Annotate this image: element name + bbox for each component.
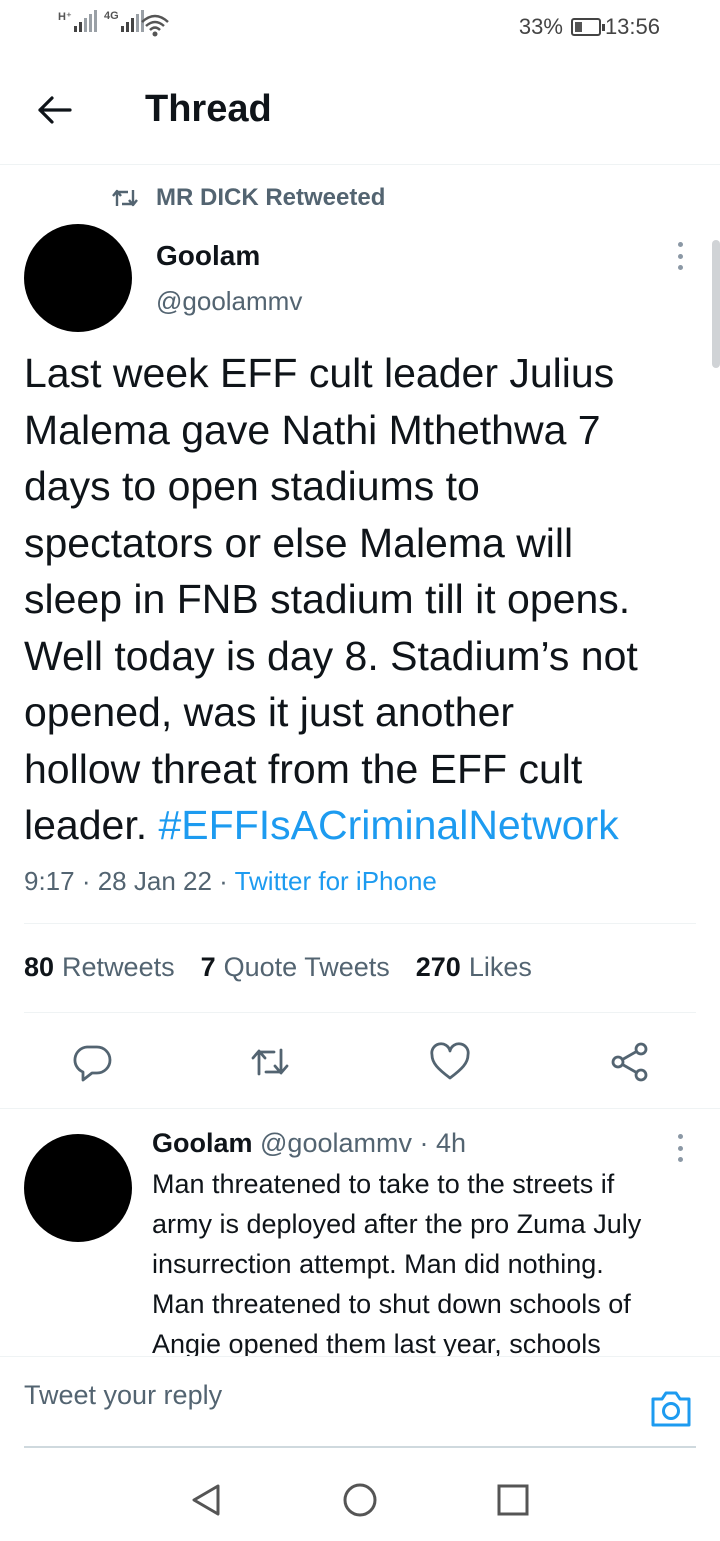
more-options-button[interactable] [668, 236, 692, 276]
tweet-timestamp: 9:17 · 28 Jan 22 · [24, 866, 235, 896]
retweet-small-icon [112, 189, 138, 207]
author-handle[interactable]: @goolammv [156, 286, 302, 317]
retweets-count: 80 [24, 952, 55, 982]
retweet-button[interactable] [248, 1040, 292, 1084]
retweet-icon [251, 1048, 289, 1076]
nav-recents-button[interactable] [493, 1480, 533, 1520]
sim2-label: 4G [104, 10, 119, 22]
clock: 13:56 [604, 14, 660, 39]
reply-text[interactable]: Man threatened to take to the streets if… [152, 1164, 712, 1356]
tweet-text: Last week EFF cult leader Julius Malema … [24, 350, 638, 848]
tweet-stats: 80 Retweets 7 Quote Tweets 270 Likes [24, 952, 532, 983]
reply-input[interactable]: Tweet your reply [24, 1380, 222, 1411]
tweet-actions [0, 1036, 720, 1086]
retweeted-by-label: MR DICK Retweeted [156, 184, 386, 211]
home-circle-icon [343, 1483, 377, 1517]
share-icon [611, 1042, 648, 1082]
reply-header[interactable]: Goolam @goolammv · 4h [152, 1128, 466, 1159]
tweet-source-link[interactable]: Twitter for iPhone [235, 866, 437, 896]
wifi-icon [141, 14, 169, 37]
battery-icon [570, 18, 605, 36]
like-icon [430, 1042, 470, 1080]
nav-back-button[interactable] [186, 1480, 226, 1520]
retweets-label: Retweets [62, 952, 175, 982]
top-app-bar: Thread [0, 54, 720, 165]
sim1-label: H⁺ [58, 11, 72, 23]
likes-stat[interactable]: 270 Likes [416, 952, 532, 983]
back-triangle-icon [192, 1484, 220, 1516]
recents-square-icon [497, 1484, 529, 1516]
page-title: Thread [145, 88, 272, 130]
quotes-stat[interactable]: 7 Quote Tweets [201, 952, 390, 983]
reply-more-options-button[interactable] [668, 1128, 692, 1168]
scrollbar[interactable] [712, 240, 720, 368]
likes-count: 270 [415, 952, 461, 982]
camera-icon [651, 1391, 691, 1427]
reply-button[interactable] [70, 1040, 114, 1084]
system-navigation-bar [0, 1460, 720, 1541]
divider [0, 1108, 720, 1109]
back-button[interactable] [32, 90, 80, 130]
camera-button[interactable] [648, 1386, 694, 1432]
reply-author-name: Goolam [152, 1128, 253, 1158]
retweets-stat[interactable]: 80 Retweets [24, 952, 175, 983]
hashtag-link[interactable]: #EFFIsACriminalNetwork [159, 802, 619, 848]
share-button[interactable] [608, 1040, 652, 1084]
reply-author-handle-time: @goolammv · 4h [252, 1128, 466, 1158]
reply-author-avatar[interactable] [24, 1134, 132, 1242]
quotes-label: Quote Tweets [223, 952, 390, 982]
sim1-signal: H⁺ [58, 10, 97, 32]
likes-label: Likes [468, 952, 532, 982]
tweet-body: Last week EFF cult leader Julius Malema … [24, 345, 704, 854]
author-name[interactable]: Goolam [156, 240, 260, 272]
reply-input-underline [24, 1446, 696, 1448]
author-avatar[interactable] [24, 224, 132, 332]
sim2-signal: 4G [104, 10, 144, 32]
signal-bars-icon [73, 10, 97, 32]
status-right: 33% 13:56 [519, 14, 660, 40]
quotes-count: 7 [200, 952, 216, 982]
status-bar: H⁺ 4G 33% 13:56 [0, 0, 720, 54]
like-button[interactable] [428, 1040, 472, 1084]
nav-home-button[interactable] [340, 1480, 380, 1520]
divider [24, 1012, 696, 1013]
reply-icon [73, 1045, 112, 1082]
divider [24, 923, 696, 924]
retweet-context[interactable]: MR DICK Retweeted [110, 184, 385, 212]
battery-percent: 33% [518, 14, 563, 39]
tweet-meta: 9:17 · 28 Jan 22 · Twitter for iPhone [24, 866, 437, 897]
back-arrow-icon [38, 96, 72, 124]
